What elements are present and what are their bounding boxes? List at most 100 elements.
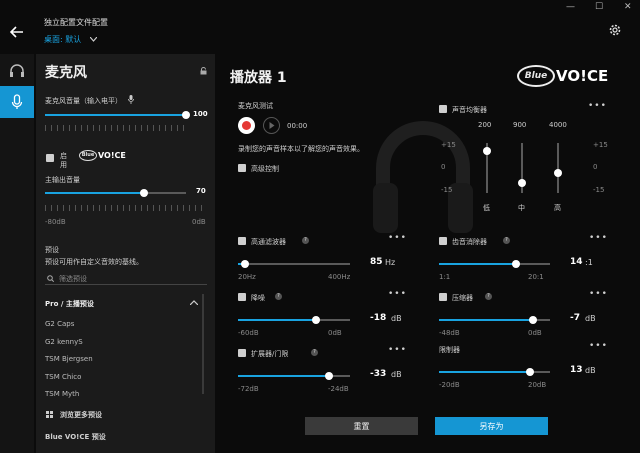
- highpass-checkbox[interactable]: [238, 237, 246, 245]
- browse-more-presets[interactable]: 浏览更多预设: [60, 410, 102, 420]
- enable-voice-checkbox[interactable]: [46, 154, 54, 162]
- eq-band-label: 高: [554, 204, 561, 212]
- preset-filter-input[interactable]: 筛选预设: [45, 271, 207, 285]
- maximize-button[interactable]: ☐: [595, 2, 603, 12]
- noise-min: -60dB: [238, 329, 259, 337]
- declicker-max: 20:1: [528, 273, 544, 281]
- expander-slider[interactable]: [238, 372, 350, 380]
- search-icon: [47, 275, 54, 282]
- highpass-unit: Hz: [385, 258, 396, 267]
- eq-more-button[interactable]: •••: [588, 101, 607, 111]
- highpass-max: 400Hz: [328, 273, 351, 281]
- header-title: 独立配置文件配置: [44, 18, 108, 27]
- noise-more-button[interactable]: •••: [388, 289, 407, 299]
- compressor-slider[interactable]: [439, 316, 550, 324]
- slider-knob[interactable]: [529, 316, 538, 324]
- rail-microphone-tab[interactable]: [0, 86, 34, 118]
- gear-icon[interactable]: [608, 23, 622, 37]
- enable-label-2: 用: [60, 161, 67, 169]
- headset-watermark-icon: [373, 121, 473, 233]
- highpass-more-button[interactable]: •••: [388, 233, 407, 243]
- preset-group2-title[interactable]: Blue VO!CE 预设: [45, 432, 106, 442]
- rail-headset-tab[interactable]: [0, 55, 34, 87]
- test-time: 00:00: [287, 122, 308, 130]
- compressor-checkbox[interactable]: [439, 293, 447, 301]
- play-icon: [269, 122, 275, 129]
- declicker-slider[interactable]: [439, 260, 550, 268]
- output-value: 70: [196, 187, 206, 195]
- declicker-label: 齿音消除器: [452, 238, 487, 246]
- record-button[interactable]: [238, 117, 255, 134]
- declicker-help-icon[interactable]: ?: [503, 237, 510, 244]
- preset-item[interactable]: G2 kennyS: [45, 338, 83, 346]
- limiter-slider[interactable]: [439, 368, 550, 376]
- slider-knob[interactable]: [511, 260, 520, 268]
- eq-band-label: 低: [483, 204, 490, 212]
- noise-help-icon[interactable]: ?: [275, 293, 282, 300]
- declicker-value: 14: [570, 257, 583, 267]
- close-button[interactable]: ✕: [624, 2, 632, 12]
- compressor-more-button[interactable]: •••: [589, 289, 608, 299]
- preset-item[interactable]: G2 Caps: [45, 320, 74, 328]
- slider-knob[interactable]: [240, 260, 249, 268]
- noise-slider[interactable]: [238, 316, 350, 324]
- expander-value: -33: [370, 369, 387, 379]
- expander-more-button[interactable]: •••: [388, 345, 407, 355]
- eq-band-slider[interactable]: [557, 143, 559, 193]
- preset-item[interactable]: TSM Chico: [45, 373, 81, 381]
- declicker-more-button[interactable]: •••: [589, 233, 608, 243]
- highpass-label: 高通滤波器: [251, 238, 286, 246]
- compressor-value: -7: [570, 313, 580, 323]
- preset-item[interactable]: TSM Myth: [45, 390, 79, 398]
- compressor-help-icon[interactable]: ?: [485, 293, 492, 300]
- chevron-down-icon[interactable]: [90, 37, 97, 42]
- slider-knob[interactable]: [312, 316, 321, 324]
- scrollbar[interactable]: [202, 294, 204, 394]
- declicker-checkbox[interactable]: [439, 237, 447, 245]
- noise-value: -18: [370, 313, 387, 323]
- preset-group-title[interactable]: Pro / 主播预设: [45, 299, 94, 309]
- mic-level-meter: [45, 125, 186, 131]
- expander-max: -24dB: [328, 385, 349, 393]
- eq-band-knob[interactable]: [518, 179, 526, 187]
- output-volume-slider[interactable]: [45, 189, 186, 197]
- output-meter: [45, 205, 207, 211]
- expander-help-icon[interactable]: ?: [311, 349, 318, 356]
- slider-knob[interactable]: [324, 372, 333, 380]
- slider-track: [238, 319, 350, 321]
- eq-scale-right: +15: [593, 141, 608, 149]
- slider-track: [238, 375, 350, 377]
- noise-label: 降噪: [251, 294, 265, 302]
- slider-track: [238, 263, 350, 265]
- declicker-unit: :1: [585, 258, 593, 267]
- eq-band-knob[interactable]: [483, 146, 491, 155]
- compressor-max: 0dB: [528, 329, 542, 337]
- profile-selector[interactable]: 桌面: 默认: [44, 34, 81, 45]
- slider-fill: [439, 319, 534, 321]
- slider-fill: [238, 319, 317, 321]
- eq-checkbox[interactable]: [439, 105, 447, 113]
- highpass-help-icon[interactable]: ?: [302, 237, 309, 244]
- filter-placeholder: 筛选预设: [59, 275, 87, 283]
- minimize-button[interactable]: —: [566, 2, 575, 12]
- expander-checkbox[interactable]: [238, 349, 246, 357]
- mic-level-label: 麦克风音量（输入电平）: [45, 97, 122, 105]
- expander-unit: dB: [391, 370, 402, 379]
- reset-button[interactable]: 重置: [305, 417, 418, 435]
- preset-item[interactable]: TSM Bjergsen: [45, 355, 93, 363]
- highpass-slider[interactable]: [238, 260, 350, 268]
- app-window: — ☐ ✕ 独立配置文件配置 桌面: 默认 麦克风 麦克风音量（输入电平） 10…: [0, 0, 640, 453]
- play-button[interactable]: [263, 117, 280, 134]
- eq-band-knob[interactable]: [554, 169, 562, 177]
- chevron-up-icon[interactable]: [190, 300, 198, 305]
- save-as-button[interactable]: 另存为: [435, 417, 548, 435]
- limiter-more-button[interactable]: •••: [589, 341, 608, 351]
- back-arrow-icon[interactable]: [10, 26, 24, 38]
- noise-checkbox[interactable]: [238, 293, 246, 301]
- mic-level-slider[interactable]: [45, 111, 190, 119]
- slider-fill: [439, 371, 531, 373]
- advanced-checkbox[interactable]: [238, 164, 246, 172]
- preset-heading: 预设: [45, 246, 59, 254]
- slider-knob[interactable]: [526, 368, 535, 376]
- limiter-value: 13: [570, 365, 583, 375]
